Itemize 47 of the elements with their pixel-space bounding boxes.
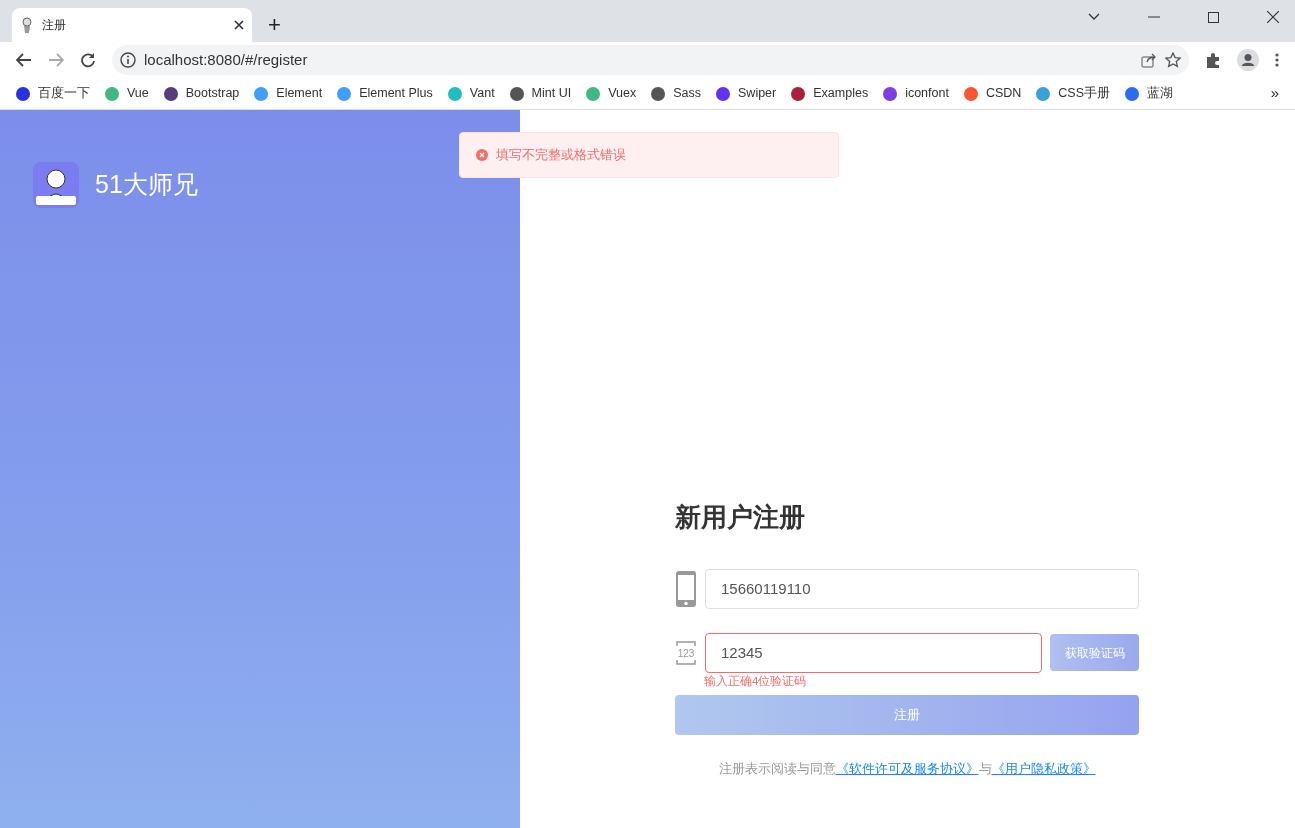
star-icon[interactable] xyxy=(1165,52,1181,68)
puzzle-icon[interactable] xyxy=(1205,52,1221,68)
close-icon[interactable] xyxy=(234,20,244,30)
error-icon xyxy=(476,149,488,161)
bookmark-link[interactable]: Vuex xyxy=(586,84,637,103)
agreement-text: 注册表示阅读与同意《软件许可及服务协议》与《用户隐私政策》 xyxy=(717,759,1097,778)
bookmark-link[interactable]: CSS手册 xyxy=(1036,84,1111,103)
bookmarks-overflow-button[interactable]: » xyxy=(1270,82,1279,105)
bookmark-link[interactable]: Vant xyxy=(447,84,495,103)
bookmark-link[interactable]: Element xyxy=(254,84,323,103)
bookmark-link[interactable]: 蓝湖 xyxy=(1125,84,1174,103)
back-arrow-icon[interactable] xyxy=(16,53,32,67)
profile-icon[interactable] xyxy=(1237,49,1259,71)
bookmark-link[interactable]: Vue xyxy=(105,84,149,103)
bookmark-link[interactable]: Swiper xyxy=(716,84,777,103)
bookmark-link[interactable]: Sass xyxy=(651,84,702,103)
share-icon[interactable] xyxy=(1141,52,1157,68)
favicon-icon xyxy=(20,17,34,33)
forward-arrow-icon xyxy=(48,53,64,67)
reload-icon[interactable] xyxy=(80,52,96,68)
error-message: 输入正确4位验证码 xyxy=(704,674,807,687)
close-icon[interactable] xyxy=(1267,11,1279,23)
phone-icon xyxy=(675,569,697,608)
mascot-logo-icon xyxy=(33,162,79,208)
bookmark-link[interactable]: Element Plus xyxy=(337,84,433,103)
phone-input[interactable]: 15660119110 xyxy=(705,568,1139,609)
code-input[interactable]: 12345 xyxy=(705,632,1042,673)
bookmark-link[interactable]: 百度一下 xyxy=(16,84,90,103)
chevron-down-icon[interactable] xyxy=(1088,13,1100,21)
info-icon xyxy=(120,52,136,68)
toast-message: 填写不完整或格式错误 xyxy=(496,146,626,165)
bookmark-link[interactable]: Mint UI xyxy=(509,84,572,103)
browser-tab[interactable]: 注册 xyxy=(12,8,252,42)
bookmark-link[interactable]: iconfont xyxy=(883,84,949,103)
bookmark-link[interactable]: Bootstrap xyxy=(163,84,240,103)
brand-name: 51大师兄 xyxy=(95,169,198,201)
tab-title: 注册 xyxy=(42,17,67,34)
bookmark-link[interactable]: Examples xyxy=(791,84,869,103)
maximize-icon[interactable] xyxy=(1208,11,1219,23)
form-title: 新用户注册 xyxy=(675,500,806,534)
url-text: localhost:8080/#/register xyxy=(144,49,309,70)
bookmark-link[interactable]: CSDN xyxy=(963,84,1022,103)
terms-link[interactable]: 《软件许可及服务协议》 xyxy=(835,760,979,776)
kebab-menu-icon[interactable] xyxy=(1275,53,1279,67)
address-bar[interactable]: localhost:8080/#/register xyxy=(112,45,1189,75)
new-tab-button[interactable]: + xyxy=(268,12,281,38)
privacy-link[interactable]: 《用户隐私政策》 xyxy=(991,760,1096,776)
